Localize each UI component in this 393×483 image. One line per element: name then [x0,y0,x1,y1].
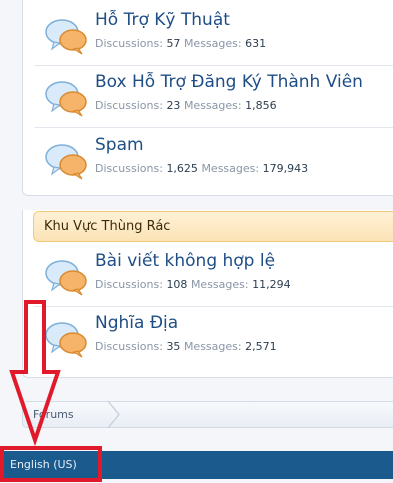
messages-label: Messages: [183,99,242,112]
messages-label: Messages: [183,340,242,353]
messages-label: Messages: [190,278,249,291]
forum-stats: Discussions: 57 Messages: 631 [95,37,266,50]
forum-stats: Discussions: 1,625 Messages: 179,943 [95,162,308,175]
page: Hỗ Trợ Kỹ Thuật Discussions: 57 Messages… [0,0,393,483]
breadcrumb: Forums [22,401,393,428]
forum-title-link[interactable]: Box Hỗ Trợ Đăng Ký Thành Viên [95,72,363,92]
forum-node[interactable]: Bài viết không hợp lệ Discussions: 108 M… [34,245,393,307]
category-header[interactable]: Khu Vực Thùng Rác [33,211,393,242]
category-title[interactable]: Khu Vực Thùng Rác [44,219,170,234]
speech-bubbles-icon [45,81,87,117]
forum-title-link[interactable]: Spam [95,135,144,155]
forum-title-link[interactable]: Nghĩa Địa [95,313,178,333]
discussions-label: Discussions: [95,99,163,112]
forum-node[interactable]: Nghĩa Địa Discussions: 35 Messages: 2,57… [34,307,393,369]
discussions-label: Discussions: [95,162,163,175]
forum-node[interactable]: Spam Discussions: 1,625 Messages: 179,94… [34,129,393,191]
discussions-count: 1,625 [166,162,198,175]
messages-count: 2,571 [245,340,277,353]
speech-bubbles-icon [45,19,87,55]
forum-stats: Discussions: 35 Messages: 2,571 [95,340,277,353]
forum-stats: Discussions: 108 Messages: 11,294 [95,278,291,291]
speech-bubbles-icon [45,260,87,296]
messages-count: 631 [245,37,267,50]
discussions-count: 108 [166,278,188,291]
discussions-label: Discussions: [95,278,163,291]
discussions-count: 35 [166,340,181,353]
down-arrow-icon [9,300,61,447]
messages-count: 11,294 [252,278,291,291]
discussions-label: Discussions: [95,340,163,353]
chevron-right-icon [107,401,120,428]
discussions-count: 23 [166,99,181,112]
discussions-count: 57 [166,37,181,50]
speech-bubbles-icon [45,144,87,180]
forum-title-link[interactable]: Bài viết không hợp lệ [95,251,275,271]
messages-label: Messages: [201,162,260,175]
forum-node[interactable]: Hỗ Trợ Kỹ Thuật Discussions: 57 Messages… [34,4,393,66]
messages-label: Messages: [183,37,242,50]
discussions-label: Discussions: [95,37,163,50]
forum-stats: Discussions: 23 Messages: 1,856 [95,99,277,112]
highlight-box [0,446,102,482]
messages-count: 1,856 [245,99,277,112]
messages-count: 179,943 [262,162,309,175]
forum-node[interactable]: Box Hỗ Trợ Đăng Ký Thành Viên Discussion… [34,66,393,128]
forum-title-link[interactable]: Hỗ Trợ Kỹ Thuật [95,10,230,30]
row-divider [34,127,393,128]
